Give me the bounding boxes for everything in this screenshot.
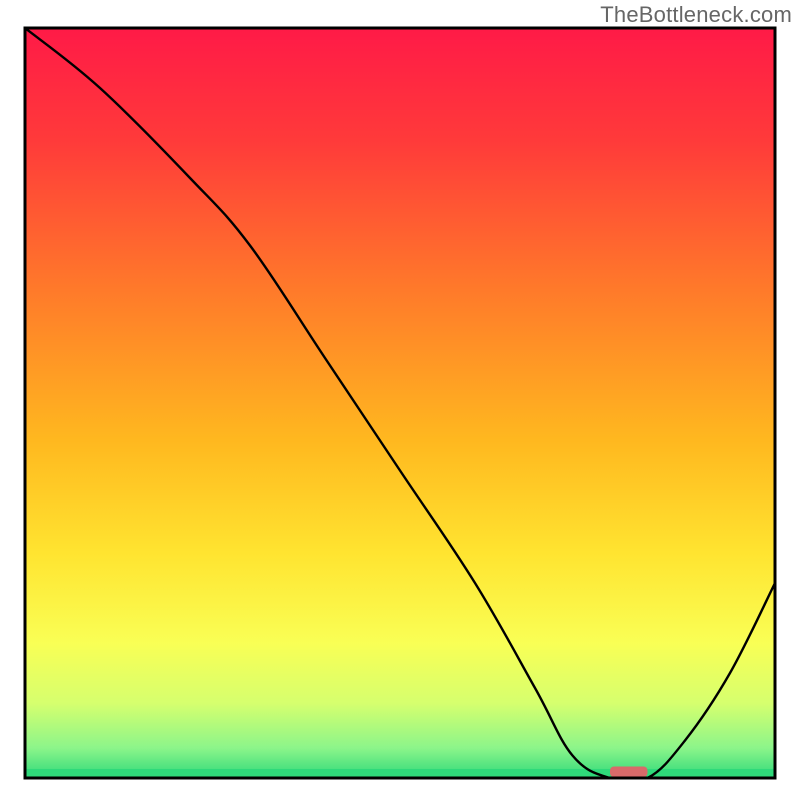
chart-frame: TheBottleneck.com bbox=[0, 0, 800, 800]
bottleneck-chart bbox=[0, 0, 800, 800]
gradient-background bbox=[25, 28, 775, 778]
optimal-marker bbox=[610, 767, 648, 778]
